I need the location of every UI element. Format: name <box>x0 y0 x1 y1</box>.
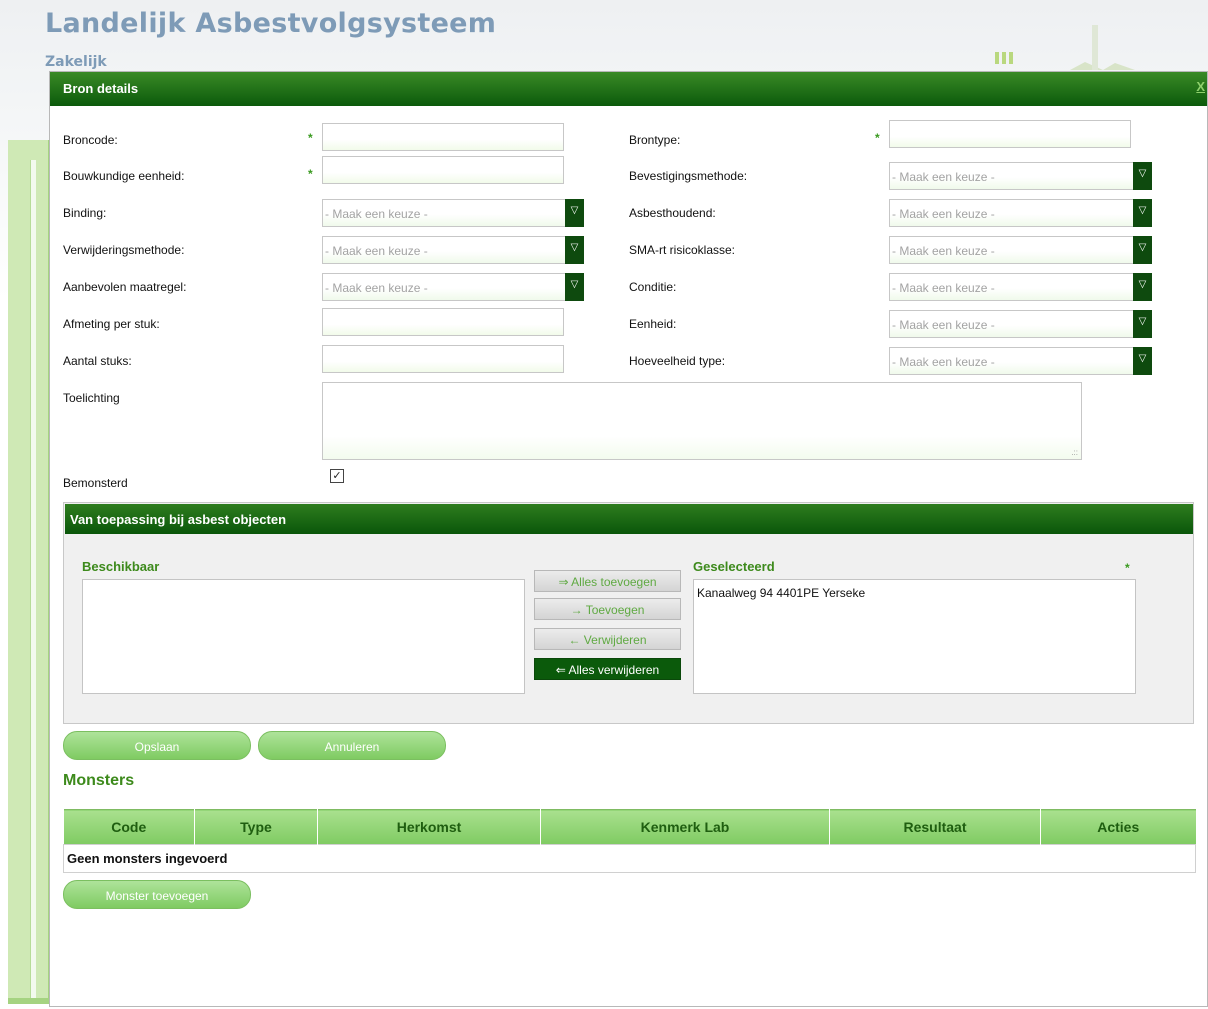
checkmark-icon: ✓ <box>332 470 342 482</box>
dropdown-arrow-icon[interactable]: ▽ <box>1133 199 1152 227</box>
aanbevolen-maatregel-select-value: - Maak een keuze - <box>325 281 428 295</box>
hoeveelheid-type-select[interactable]: - Maak een keuze - ▽ <box>889 347 1152 375</box>
required-marker: * <box>875 131 880 145</box>
required-marker: * <box>308 131 313 145</box>
save-button[interactable]: Opslaan <box>63 731 251 760</box>
dropdown-arrow-icon[interactable]: ▽ <box>1133 162 1152 190</box>
app-title: Landelijk Asbestvolgsysteem <box>45 8 497 39</box>
sma-rt-risicoklasse-select[interactable]: - Maak een keuze - ▽ <box>889 236 1152 264</box>
column-header-code[interactable]: Code <box>63 809 195 845</box>
bevestigingsmethode-select[interactable]: - Maak een keuze - ▽ <box>889 162 1152 190</box>
hoeveelheid-type-select-value: - Maak een keuze - <box>892 355 995 369</box>
dropdown-arrow-icon[interactable]: ▽ <box>565 236 584 264</box>
add-monster-button[interactable]: Monster toevoegen <box>63 880 251 909</box>
label-binding: Binding: <box>63 206 107 220</box>
selected-title: Geselecteerd <box>693 559 775 574</box>
list-item[interactable]: Kanaalweg 94 4401PE Yerseke <box>697 586 1132 600</box>
eenheid-select-value: - Maak een keuze - <box>892 318 995 332</box>
label-asbesthoudend: Asbesthoudend: <box>629 206 716 220</box>
resize-grip-icon[interactable]: .:: <box>1071 448 1078 457</box>
remove-button[interactable]: ← Verwijderen <box>534 628 681 650</box>
column-header-type[interactable]: Type <box>194 809 318 845</box>
column-header-acties: Acties <box>1040 809 1196 845</box>
label-sma-rt-risicoklasse: SMA-rt risicoklasse: <box>629 243 736 257</box>
dropdown-arrow-icon[interactable]: ▽ <box>565 199 584 227</box>
panel-header: Van toepassing bij asbest objecten <box>65 504 1193 534</box>
dropdown-arrow-icon[interactable]: ▽ <box>565 273 584 301</box>
table-header-row: Code Type Herkomst Kenmerk Lab Resultaat… <box>63 809 1196 845</box>
background-frame-inner <box>30 160 36 1000</box>
dropdown-arrow-icon[interactable]: ▽ <box>1133 310 1152 338</box>
toelichting-textarea[interactable]: .:: <box>322 382 1082 460</box>
bouwkundige-eenheid-input[interactable] <box>322 156 564 184</box>
column-header-herkomst[interactable]: Herkomst <box>317 809 541 845</box>
eenheid-select[interactable]: - Maak een keuze - ▽ <box>889 310 1152 338</box>
cancel-button[interactable]: Annuleren <box>258 731 446 760</box>
conditie-select[interactable]: - Maak een keuze - ▽ <box>889 273 1152 301</box>
selected-listbox[interactable]: Kanaalweg 94 4401PE Yerseke <box>693 579 1136 694</box>
required-marker: * <box>1125 561 1130 575</box>
monsters-title: Monsters <box>63 772 135 789</box>
monsters-table: Code Type Herkomst Kenmerk Lab Resultaat… <box>63 809 1196 873</box>
empty-table-message: Geen monsters ingevoerd <box>63 844 1196 873</box>
brontype-input[interactable] <box>889 120 1131 148</box>
label-verwijderingsmethode: Verwijderingsmethode: <box>63 243 185 257</box>
label-broncode: Broncode: <box>63 133 118 147</box>
label-bouwkundige-eenheid: Bouwkundige eenheid: <box>63 169 185 183</box>
dialog-title: Bron details <box>63 81 139 96</box>
label-eenheid: Eenheid: <box>629 317 677 331</box>
bron-details-dialog: Bron details X Broncode: * Bouwkundige e… <box>49 71 1208 1007</box>
label-afmeting-per-stuk: Afmeting per stuk: <box>63 317 160 331</box>
column-header-kenmerk-lab[interactable]: Kenmerk Lab <box>540 809 830 845</box>
conditie-select-value: - Maak een keuze - <box>892 281 995 295</box>
remove-all-button[interactable]: ⇐ Alles verwijderen <box>534 658 681 680</box>
app-subtitle: Zakelijk <box>45 54 107 70</box>
column-header-resultaat[interactable]: Resultaat <box>829 809 1041 845</box>
background-frame-bottom <box>8 998 50 1004</box>
dropdown-arrow-icon[interactable]: ▽ <box>1133 273 1152 301</box>
verwijderingsmethode-select[interactable]: - Maak een keuze - ▽ <box>322 236 584 264</box>
dropdown-arrow-icon[interactable]: ▽ <box>1133 347 1152 375</box>
binding-select-value: - Maak een keuze - <box>325 207 428 221</box>
asbesthoudend-select[interactable]: - Maak een keuze - ▽ <box>889 199 1152 227</box>
required-marker: * <box>308 167 313 181</box>
binding-select[interactable]: - Maak een keuze - ▽ <box>322 199 584 227</box>
aanbevolen-maatregel-select[interactable]: - Maak een keuze - ▽ <box>322 273 584 301</box>
asbesthoudend-select-value: - Maak een keuze - <box>892 207 995 221</box>
close-button[interactable]: X <box>1196 79 1205 94</box>
bevestigingsmethode-select-value: - Maak een keuze - <box>892 170 995 184</box>
bemonsterd-checkbox[interactable]: ✓ <box>330 469 344 483</box>
label-conditie: Conditie: <box>629 280 677 294</box>
dropdown-arrow-icon[interactable]: ▽ <box>1133 236 1152 264</box>
label-bemonsterd: Bemonsterd <box>63 476 128 490</box>
verwijderingsmethode-select-value: - Maak een keuze - <box>325 244 428 258</box>
add-all-button[interactable]: ⇒ Alles toevoegen <box>534 570 681 592</box>
label-aantal-stuks: Aantal stuks: <box>63 354 132 368</box>
dialog-header: Bron details X <box>50 72 1207 106</box>
available-title: Beschikbaar <box>82 559 160 574</box>
label-toelichting: Toelichting <box>63 391 120 405</box>
sma-rt-risicoklasse-select-value: - Maak een keuze - <box>892 244 995 258</box>
available-listbox[interactable] <box>82 579 525 694</box>
aantal-stuks-input[interactable] <box>322 345 564 373</box>
add-button[interactable]: → Toevoegen <box>534 598 681 620</box>
label-aanbevolen-maatregel: Aanbevolen maatregel: <box>63 280 187 294</box>
label-hoeveelheid-type: Hoeveelheid type: <box>629 354 726 368</box>
label-brontype: Brontype: <box>629 133 681 147</box>
afmeting-per-stuk-input[interactable] <box>322 308 564 336</box>
table-row: Geen monsters ingevoerd <box>63 844 1196 873</box>
asbest-objects-panel: Van toepassing bij asbest objecten Besch… <box>63 502 1194 724</box>
background-frame <box>8 140 50 1003</box>
label-bevestigingsmethode: Bevestigingsmethode: <box>629 169 748 183</box>
broncode-input[interactable] <box>322 123 564 151</box>
